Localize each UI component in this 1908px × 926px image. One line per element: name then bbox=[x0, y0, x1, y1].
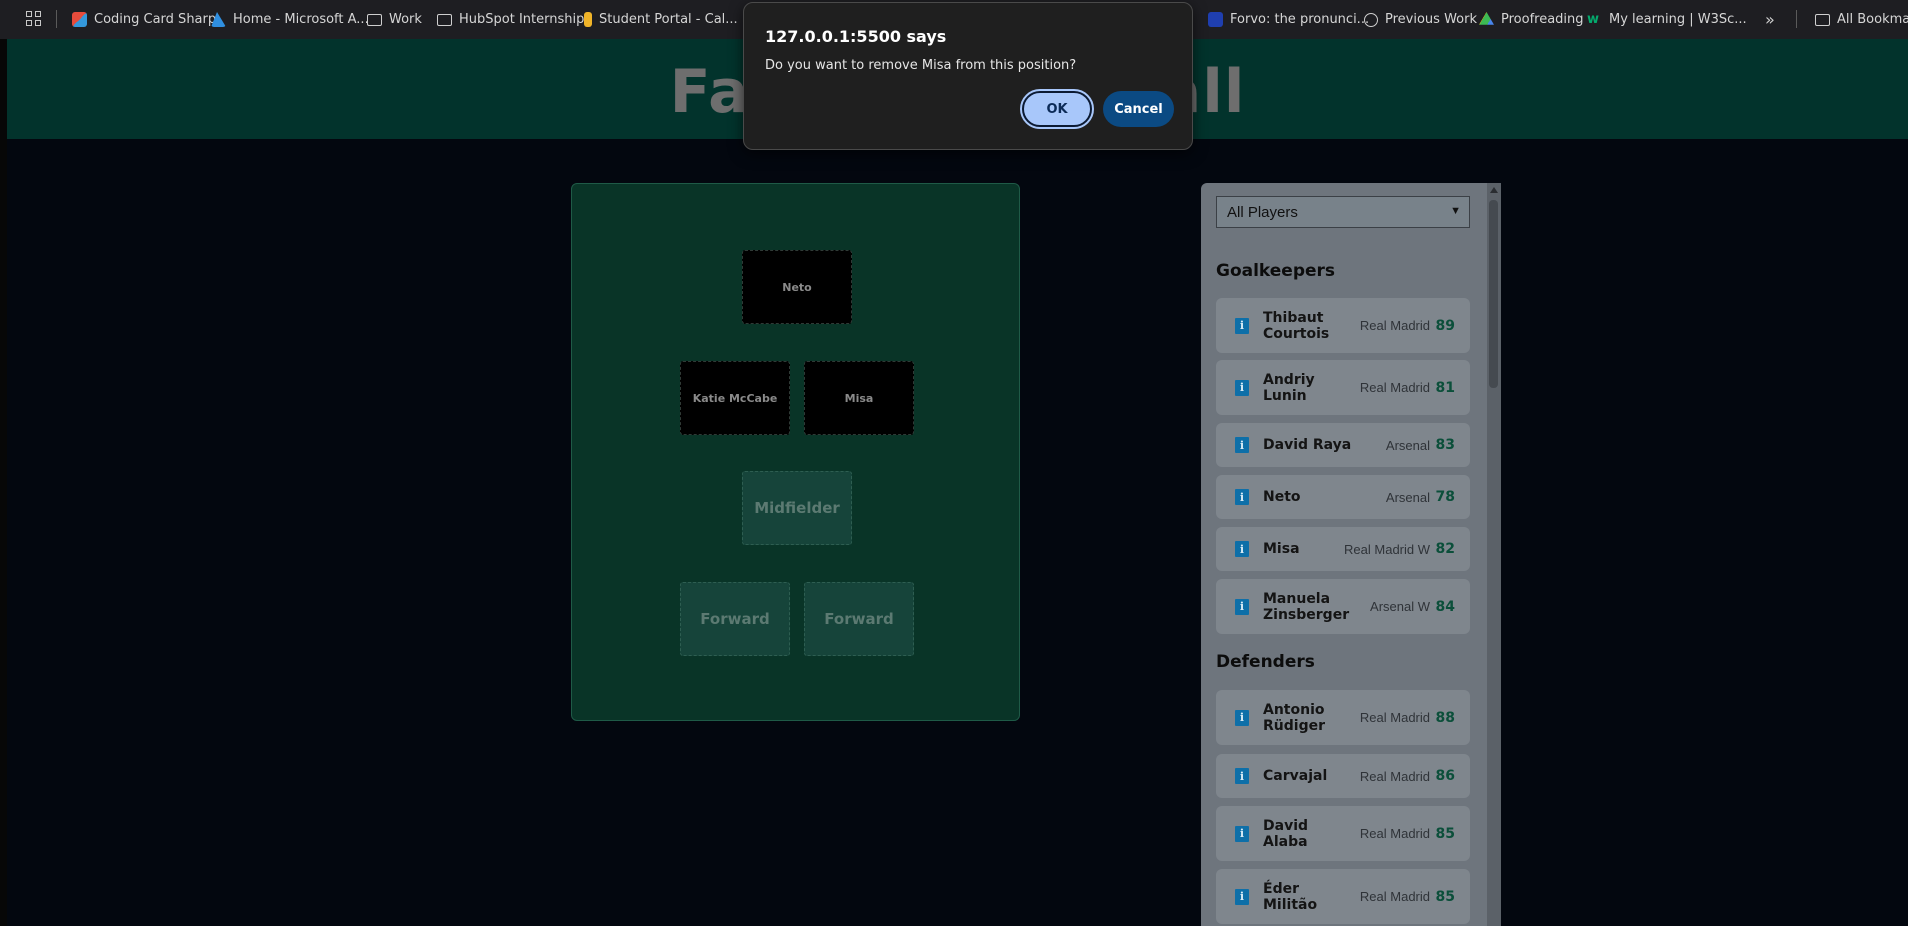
forvo-icon bbox=[1208, 12, 1223, 27]
player-rating: 85 bbox=[1435, 888, 1455, 905]
section-title-defenders: Defenders bbox=[1216, 652, 1315, 672]
info-icon[interactable]: i bbox=[1235, 709, 1249, 726]
bookmark-microsoft-azure[interactable]: Home - Microsoft A... bbox=[211, 0, 369, 39]
player-rating: 78 bbox=[1435, 489, 1455, 505]
dialog-title: 127.0.0.1:5500 says bbox=[765, 27, 947, 46]
bookmarks-separator bbox=[1796, 10, 1797, 28]
player-rating: 83 bbox=[1435, 437, 1455, 453]
player-rating: 86 bbox=[1435, 768, 1455, 784]
bookmark-w3schools[interactable]: w My learning | W3Sc... bbox=[1587, 0, 1747, 39]
player-rating: 84 bbox=[1435, 598, 1455, 615]
player-name: Thibaut Courtois bbox=[1263, 309, 1330, 342]
position-slot-midfielder[interactable]: Midfielder bbox=[742, 471, 852, 545]
folder-icon bbox=[367, 13, 382, 26]
bookmarks-separator bbox=[56, 10, 57, 28]
more-bookmarks-chevron-icon[interactable]: » bbox=[1765, 10, 1775, 29]
player-rating: 81 bbox=[1435, 379, 1455, 396]
info-icon[interactable]: i bbox=[1235, 888, 1249, 905]
info-icon[interactable]: i bbox=[1235, 437, 1249, 453]
colored-tile-icon bbox=[72, 12, 87, 27]
position-slot-forward[interactable]: Forward bbox=[804, 582, 914, 656]
player-club: Real Madrid W bbox=[1344, 541, 1430, 557]
folder-icon bbox=[1815, 13, 1830, 26]
player-list-panel: All Players ▼ Goalkeepers i Thibaut Cour… bbox=[1201, 183, 1501, 926]
player-card[interactable]: i Neto Arsenal 78 bbox=[1216, 475, 1470, 519]
player-rating: 89 bbox=[1435, 317, 1455, 334]
azure-icon bbox=[211, 12, 226, 27]
section-title-goalkeepers: Goalkeepers bbox=[1216, 261, 1336, 281]
bookmark-work[interactable]: Work bbox=[367, 0, 422, 39]
position-slot-defender[interactable]: Misa bbox=[804, 361, 914, 435]
confirm-dialog: 127.0.0.1:5500 says Do you want to remov… bbox=[743, 2, 1193, 150]
player-rating: 85 bbox=[1435, 825, 1455, 842]
player-club: Arsenal bbox=[1385, 437, 1430, 453]
cancel-button[interactable]: Cancel bbox=[1103, 91, 1174, 127]
player-club: Arsenal bbox=[1385, 489, 1430, 505]
info-icon[interactable]: i bbox=[1235, 379, 1249, 396]
player-name: Carvajal bbox=[1263, 768, 1328, 784]
player-name: Andriy Lunin bbox=[1263, 371, 1315, 404]
bookmark-student-portal[interactable]: Student Portal - Cal... bbox=[584, 0, 738, 39]
player-card[interactable]: i Carvajal Real Madrid 86 bbox=[1216, 754, 1470, 798]
info-icon[interactable]: i bbox=[1235, 317, 1249, 334]
sidebar-scrollbar-thumb[interactable] bbox=[1489, 200, 1498, 388]
player-card[interactable]: i David Alaba Real Madrid 85 bbox=[1216, 806, 1470, 861]
bookmark-proofreading[interactable]: Proofreading bbox=[1479, 0, 1584, 39]
info-icon[interactable]: i bbox=[1235, 598, 1249, 615]
player-club: Real Madrid bbox=[1359, 889, 1430, 904]
chevron-down-icon: ▼ bbox=[1450, 205, 1461, 217]
player-card[interactable]: i Manuela Zinsberger Arsenal W 84 bbox=[1216, 579, 1470, 634]
player-name: David Raya bbox=[1263, 437, 1352, 453]
player-name: Manuela Zinsberger bbox=[1263, 590, 1350, 623]
position-slot-goalkeeper[interactable]: Neto bbox=[742, 250, 852, 324]
position-slot-defender[interactable]: Katie McCabe bbox=[680, 361, 790, 435]
player-card[interactable]: i Misa Real Madrid W 82 bbox=[1216, 527, 1470, 571]
scroll-up-arrow-icon[interactable] bbox=[1490, 187, 1498, 193]
player-club: Real Madrid bbox=[1359, 826, 1430, 841]
position-slot-forward[interactable]: Forward bbox=[680, 582, 790, 656]
dialog-message: Do you want to remove Misa from this pos… bbox=[765, 58, 1077, 73]
player-rating: 82 bbox=[1435, 541, 1455, 557]
player-card[interactable]: i Andriy Lunin Real Madrid 81 bbox=[1216, 360, 1470, 415]
portal-icon bbox=[584, 12, 592, 27]
bookmark-all-bookmarks[interactable]: All Bookmarks bbox=[1815, 0, 1908, 39]
player-card[interactable]: i Antonio Rüdiger Real Madrid 88 bbox=[1216, 690, 1470, 745]
player-rating: 88 bbox=[1435, 709, 1455, 726]
drive-icon bbox=[1479, 12, 1494, 25]
bookmark-previous-work[interactable]: Previous Work bbox=[1364, 0, 1477, 39]
apps-grid-icon[interactable] bbox=[26, 11, 42, 27]
player-card[interactable]: i Éder Militão Real Madrid 85 bbox=[1216, 869, 1470, 924]
player-club: Real Madrid bbox=[1359, 380, 1430, 395]
info-icon[interactable]: i bbox=[1235, 825, 1249, 842]
formation-pitch: Neto Katie McCabe Misa Midfielder Forwar… bbox=[571, 183, 1020, 721]
w3schools-icon: w bbox=[1587, 12, 1600, 27]
info-icon[interactable]: i bbox=[1235, 489, 1249, 505]
player-name: Antonio Rüdiger bbox=[1263, 701, 1325, 734]
globe-icon bbox=[1364, 12, 1378, 27]
player-name: Misa bbox=[1263, 541, 1300, 557]
player-name: Neto bbox=[1263, 489, 1301, 505]
bookmark-hubspot-internship[interactable]: HubSpot Internship bbox=[437, 0, 584, 39]
info-icon[interactable]: i bbox=[1235, 768, 1249, 784]
bookmark-coding-card-sharp[interactable]: Coding Card Sharp bbox=[72, 0, 216, 39]
player-club: Real Madrid bbox=[1359, 318, 1430, 333]
player-club: Real Madrid bbox=[1359, 768, 1430, 784]
player-club: Real Madrid bbox=[1359, 710, 1430, 725]
player-club: Arsenal W bbox=[1370, 599, 1430, 614]
ok-button[interactable]: OK bbox=[1020, 89, 1094, 129]
player-name: Éder Militão bbox=[1263, 880, 1318, 913]
player-filter-select[interactable]: All Players ▼ bbox=[1216, 196, 1470, 228]
window-left-edge bbox=[0, 39, 7, 926]
player-card[interactable]: i David Raya Arsenal 83 bbox=[1216, 423, 1470, 467]
player-card[interactable]: i Thibaut Courtois Real Madrid 89 bbox=[1216, 298, 1470, 353]
folder-icon bbox=[437, 13, 452, 26]
bookmark-forvo[interactable]: Forvo: the pronunci... bbox=[1208, 0, 1369, 39]
player-name: David Alaba bbox=[1263, 817, 1309, 850]
info-icon[interactable]: i bbox=[1235, 541, 1249, 557]
